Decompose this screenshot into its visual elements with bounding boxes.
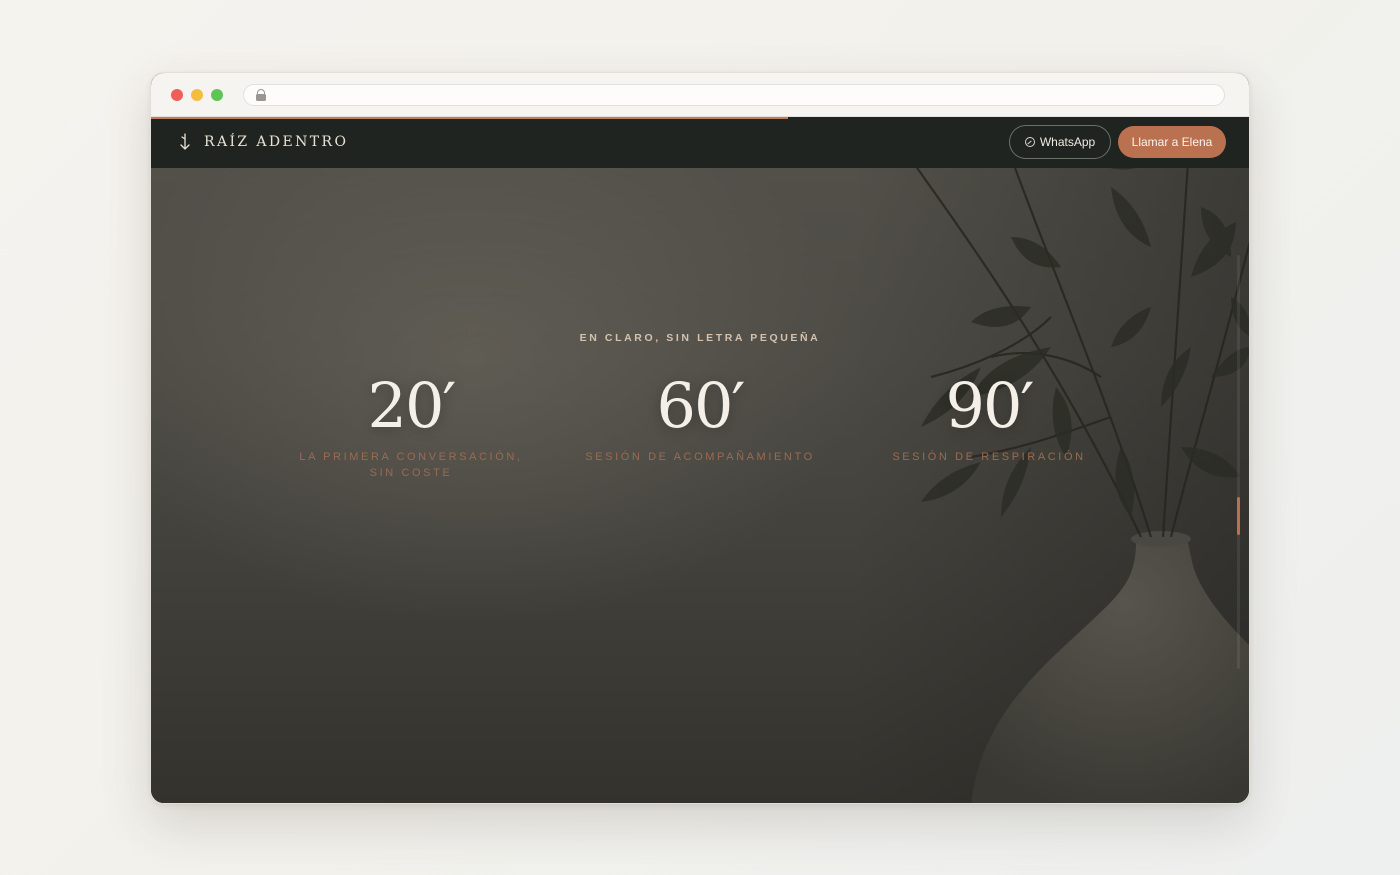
whatsapp-icon xyxy=(1024,137,1035,147)
stat-value: 60′ xyxy=(656,369,746,442)
brand-logo[interactable]: RAÍZ ADENTRO xyxy=(178,133,348,151)
hero-section: EN CLARO, SIN LETRA PEQUEÑA 20′ LA PRIME… xyxy=(151,117,1249,803)
minimize-window-button[interactable] xyxy=(191,89,203,101)
scroll-progress-bar xyxy=(151,117,1249,119)
whatsapp-button[interactable]: WhatsApp xyxy=(1009,125,1111,159)
hero-eyebrow: EN CLARO, SIN LETRA PEQUEÑA xyxy=(579,332,821,344)
brand-name: RAÍZ ADENTRO xyxy=(204,134,349,150)
stat-breathing-session: 90′ SESIÓN DE RESPIRACIÓN xyxy=(864,375,1114,465)
site-navbar: RAÍZ ADENTRO WhatsApp Llamar a Elena xyxy=(151,117,1249,168)
page-viewport[interactable]: RAÍZ ADENTRO WhatsApp Llamar a Elena EN … xyxy=(151,117,1249,803)
stat-first-conversation: 20′ LA PRIMERA CONVERSACIÓN, SIN COSTE xyxy=(286,375,536,481)
whatsapp-button-label: WhatsApp xyxy=(1039,135,1096,149)
stat-accompaniment-session: 60′ SESIÓN DE ACOMPAÑAMIENTO xyxy=(575,375,825,465)
lock-icon xyxy=(256,89,266,101)
stat-value: 20′ xyxy=(367,369,457,442)
maximize-window-button[interactable] xyxy=(211,89,223,101)
stat-value: 90′ xyxy=(945,369,1035,442)
scrollbar[interactable] xyxy=(1237,255,1240,669)
address-bar[interactable] xyxy=(243,84,1225,106)
stat-label: LA PRIMERA CONVERSACIÓN, SIN COSTE xyxy=(299,451,523,479)
scrollbar-thumb[interactable] xyxy=(1237,497,1240,535)
browser-chrome xyxy=(151,73,1249,117)
root-arrow-icon xyxy=(180,133,190,150)
browser-window: RAÍZ ADENTRO WhatsApp Llamar a Elena EN … xyxy=(150,72,1250,804)
scroll-progress-fill xyxy=(151,117,788,119)
close-window-button[interactable] xyxy=(171,89,183,101)
stat-label: SESIÓN DE ACOMPAÑAMIENTO xyxy=(585,451,815,463)
call-button-label: Llamar a Elena xyxy=(1131,135,1213,149)
stat-label: SESIÓN DE RESPIRACIÓN xyxy=(892,451,1086,463)
call-elena-button[interactable]: Llamar a Elena xyxy=(1118,126,1226,158)
